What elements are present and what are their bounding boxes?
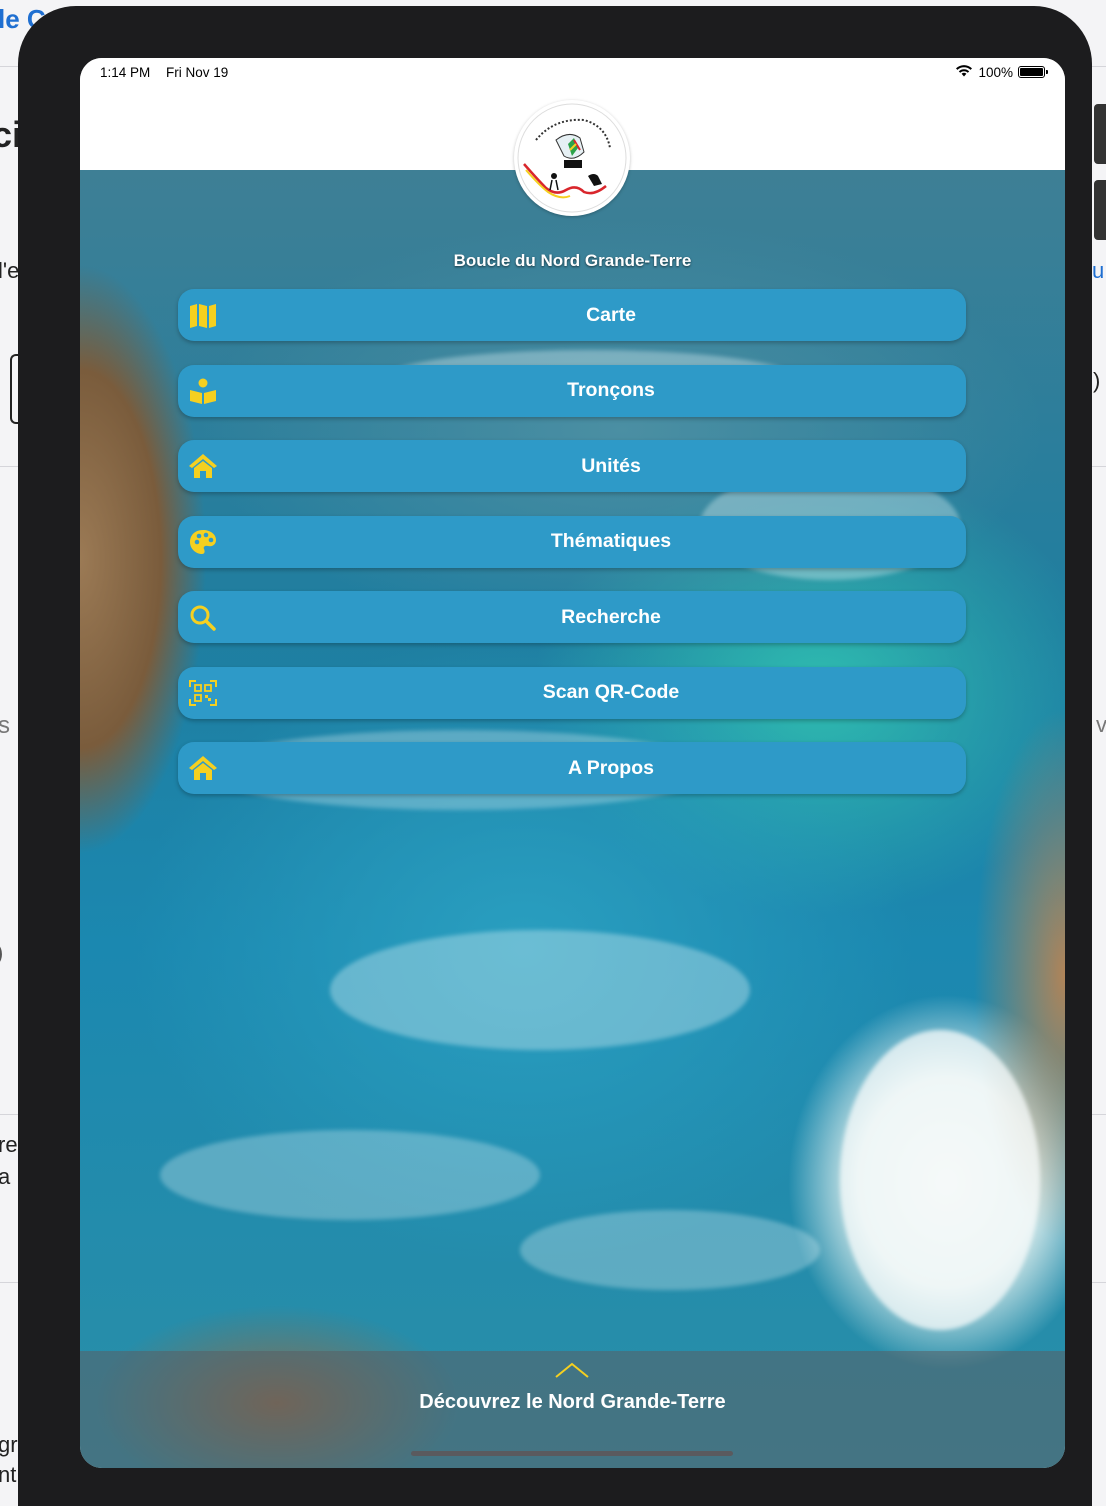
menu-button-a-propos[interactable]: A Propos <box>178 742 966 794</box>
menu-label: Tronçons <box>567 379 655 401</box>
status-time: 1:14 PM <box>100 64 151 80</box>
bg-frag-paren: ) <box>1093 368 1101 393</box>
qr-code-icon <box>188 679 218 707</box>
logo-emblem-icon <box>517 103 627 213</box>
bg-right-box <box>1094 104 1106 164</box>
palette-icon <box>188 528 218 556</box>
map-icon <box>188 301 218 329</box>
bg-frag-gr: gr <box>0 1432 18 1457</box>
menu-label: Recherche <box>561 605 661 628</box>
status-date: Fri Nov 19 <box>166 64 229 80</box>
main-menu: Carte Tronçons Unités Thématiques Recher… <box>178 289 966 818</box>
menu-label: Unités <box>581 454 641 477</box>
home-indicator[interactable] <box>411 1451 733 1456</box>
battery-icon <box>1018 66 1048 78</box>
bg-frag-o: ) <box>0 940 3 966</box>
menu-button-recherche[interactable]: Recherche <box>178 591 966 643</box>
menu-label: Carte <box>586 303 636 326</box>
status-left: 1:14 PM Fri Nov 19 <box>100 65 240 80</box>
bg-frag-nt: nt <box>0 1462 17 1487</box>
wifi-icon <box>955 64 973 80</box>
app-logo <box>514 100 630 216</box>
bg-right-box <box>1094 180 1106 240</box>
reader-icon <box>188 377 218 405</box>
status-bar: 1:14 PM Fri Nov 19 100% <box>80 58 1065 86</box>
menu-button-scan-qr[interactable]: Scan QR-Code <box>178 666 966 719</box>
menu-label: Thématiques <box>550 530 672 552</box>
bg-frag-re: re <box>0 1132 18 1157</box>
app-screen: 1:14 PM Fri Nov 19 100% Boucle du Nord G… <box>80 58 1065 1468</box>
search-icon <box>188 603 218 631</box>
status-right: 100% <box>955 64 1048 80</box>
battery-percent: 100% <box>978 64 1013 80</box>
chevron-up-icon[interactable] <box>554 1361 590 1379</box>
discover-label[interactable]: Découvrez le Nord Grande-Terre <box>80 1391 1065 1414</box>
menu-button-thematiques[interactable]: Thématiques <box>178 515 966 568</box>
menu-button-troncons[interactable]: Tronçons <box>178 364 966 417</box>
bg-frag-le: l'e <box>0 258 20 283</box>
bg-frag-u: u <box>1092 258 1105 283</box>
menu-label: Scan QR-Code <box>542 681 680 703</box>
menu-button-unites[interactable]: Unités <box>178 440 966 492</box>
bg-frag-v: v <box>1096 712 1106 737</box>
menu-button-carte[interactable]: Carte <box>178 289 966 341</box>
menu-label: A Propos <box>568 756 654 779</box>
home-icon <box>188 754 218 782</box>
bg-frag-a: a <box>0 1164 11 1189</box>
bottom-drawer-handle[interactable]: Découvrez le Nord Grande-Terre <box>80 1351 1065 1468</box>
bg-frag-s: s <box>0 712 10 739</box>
ipad-device-frame: 1:14 PM Fri Nov 19 100% Boucle du Nord G… <box>18 6 1092 1506</box>
home-icon <box>188 452 218 480</box>
app-title: Boucle du Nord Grande-Terre <box>453 251 692 270</box>
